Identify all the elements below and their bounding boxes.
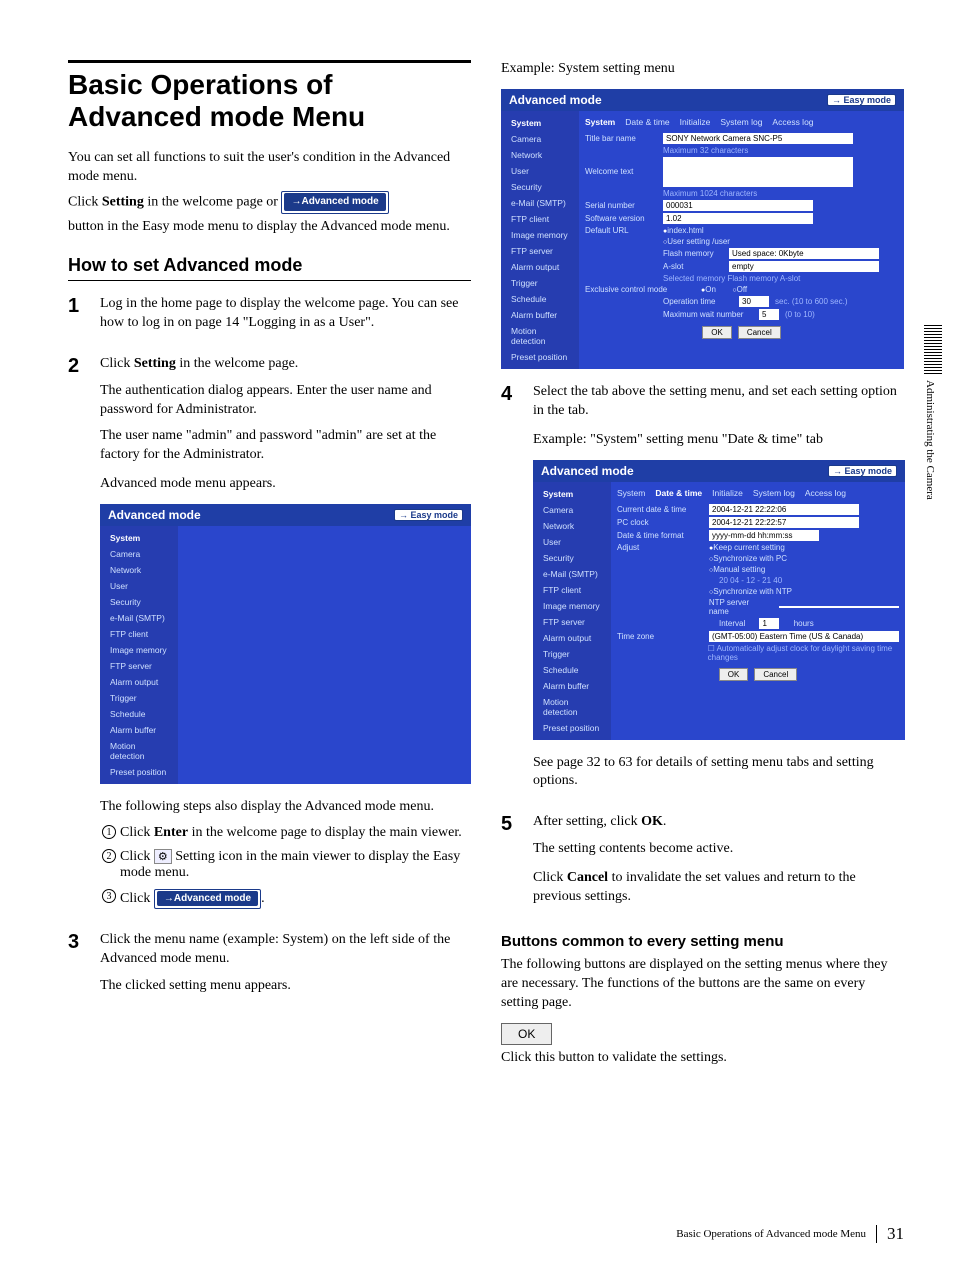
ok-desc: Click this button to validate the settin… [501,1049,904,1068]
sidebar-item[interactable]: User [501,163,579,179]
sidebar-item[interactable]: Alarm buffer [533,678,611,694]
sidebar-item[interactable]: Security [501,179,579,195]
sidebar-item[interactable]: Alarm output [533,630,611,646]
sidebar-item[interactable]: FTP server [533,614,611,630]
sidebar-item[interactable]: Alarm output [501,259,579,275]
sidebar-item[interactable]: Image memory [100,642,178,658]
substep-3: 3Click →Advanced mode. [102,889,471,909]
setting-icon: ⚙ [154,849,172,864]
sidebar-item[interactable]: Camera [501,131,579,147]
cancel-button-2[interactable]: Cancel [754,668,797,681]
advanced-mode-button-inline-2: →Advanced mode [154,889,261,909]
sidebar-item[interactable]: Motion detection [501,323,579,349]
sidebar-item[interactable]: FTP client [100,626,178,642]
shot-sidebar: SystemCameraNetworkUserSecuritye-Mail (S… [100,526,178,784]
easy-mode-link[interactable]: → Easy mode [394,509,463,521]
sidebar-item[interactable]: e-Mail (SMTP) [100,610,178,626]
sidebar-item[interactable]: Image memory [533,598,611,614]
step-1: 1 Log in the home page to display the we… [68,295,471,341]
sidebar-item[interactable]: Network [100,562,178,578]
screenshot-advanced-menu: Advanced mode → Easy mode SystemCameraNe… [100,504,471,784]
sidebar-item[interactable]: Camera [100,546,178,562]
sidebar-item[interactable]: FTP server [501,243,579,259]
page-footer: Basic Operations of Advanced mode Menu 3… [676,1224,904,1244]
sidebar-item[interactable]: System [533,486,611,502]
example-caption-1: Example: System setting menu [501,60,904,79]
sidebar-item[interactable]: e-Mail (SMTP) [533,566,611,582]
sidebar-item[interactable]: Trigger [533,646,611,662]
sidebar-item[interactable]: User [100,578,178,594]
left-column: Basic Operations of Advanced mode Menu Y… [68,60,471,1071]
sidebar-item[interactable]: Schedule [501,291,579,307]
sidebar-item[interactable]: Camera [533,502,611,518]
buttons-para: The following buttons are displayed on t… [501,956,904,1013]
substep-1: 1Click Enter in the welcome page to disp… [102,825,471,841]
shot-title: Advanced mode [108,508,201,522]
sidebar-item[interactable]: Preset position [533,720,611,736]
step-3: 3 Click the menu name (example: System) … [68,931,471,1004]
sidebar-item[interactable]: Alarm output [100,674,178,690]
step-4: 4 Select the tab above the setting menu,… [501,383,904,799]
screenshot-datetime-tab: Advanced mode → Easy mode SystemCameraNe… [533,460,905,740]
substep-2: 2Click ⚙ Setting icon in the main viewer… [102,849,471,881]
ok-button[interactable]: OK [702,326,732,339]
sidebar-item[interactable]: e-Mail (SMTP) [501,195,579,211]
page-number: 31 [887,1224,904,1244]
sidebar-item[interactable]: Network [501,147,579,163]
sidebar-item[interactable]: Preset position [100,764,178,780]
sidebar-item[interactable]: System [100,530,178,546]
sidebar-item[interactable]: Preset position [501,349,579,365]
sidebar-item[interactable]: Motion detection [100,738,178,764]
advanced-mode-button-inline: →Advanced mode [281,191,388,214]
ok-button-2[interactable]: OK [719,668,749,681]
sidebar-item[interactable]: Alarm buffer [501,307,579,323]
sidebar-item[interactable]: Alarm buffer [100,722,178,738]
sidebar-item[interactable]: FTP server [100,658,178,674]
screenshot-system-tab: Advanced mode → Easy mode SystemCameraNe… [501,89,904,369]
shot-sidebar-2: SystemCameraNetworkUserSecuritye-Mail (S… [501,111,579,369]
sidebar-item[interactable]: FTP client [533,582,611,598]
sidebar-item[interactable]: Security [533,550,611,566]
thumb-index-bars [924,325,942,375]
sidebar-item[interactable]: Schedule [100,706,178,722]
sidebar-item[interactable]: Trigger [100,690,178,706]
step-2: 2 Click Setting in the welcome page. The… [68,355,471,917]
sidebar-item[interactable]: Security [100,594,178,610]
easy-mode-link-2[interactable]: → Easy mode [827,94,896,106]
intro-p2: Click Setting in the welcome page or →Ad… [68,191,471,214]
sidebar-item[interactable]: Schedule [533,662,611,678]
sidebar-item[interactable]: System [501,115,579,131]
shot-tabs: System Date & time Initialize System log… [585,117,898,127]
easy-mode-link-3[interactable]: → Easy mode [828,465,897,477]
sidebar-item[interactable]: User [533,534,611,550]
step-5: 5 After setting, click OK. The setting c… [501,813,904,915]
buttons-heading: Buttons common to every setting menu [501,933,904,950]
page-title: Basic Operations of Advanced mode Menu [68,69,471,133]
howto-heading: How to set Advanced mode [68,255,471,281]
intro-p3: button in the Easy mode menu to display … [68,218,471,237]
top-rule [68,60,471,63]
sidebar-item[interactable]: FTP client [501,211,579,227]
intro-p1: You can set all functions to suit the us… [68,149,471,187]
sidebar-item[interactable]: Motion detection [533,694,611,720]
sidebar-item[interactable]: Trigger [501,275,579,291]
shot-sidebar-3: SystemCameraNetworkUserSecuritye-Mail (S… [533,482,611,740]
right-column: Example: System setting menu Advanced mo… [501,60,904,1071]
sidebar-item[interactable]: Image memory [501,227,579,243]
cancel-button[interactable]: Cancel [738,326,781,339]
section-label-vertical: Administrating the Camera [924,380,936,500]
sidebar-item[interactable]: Network [533,518,611,534]
ok-button-image: OK [501,1023,552,1045]
